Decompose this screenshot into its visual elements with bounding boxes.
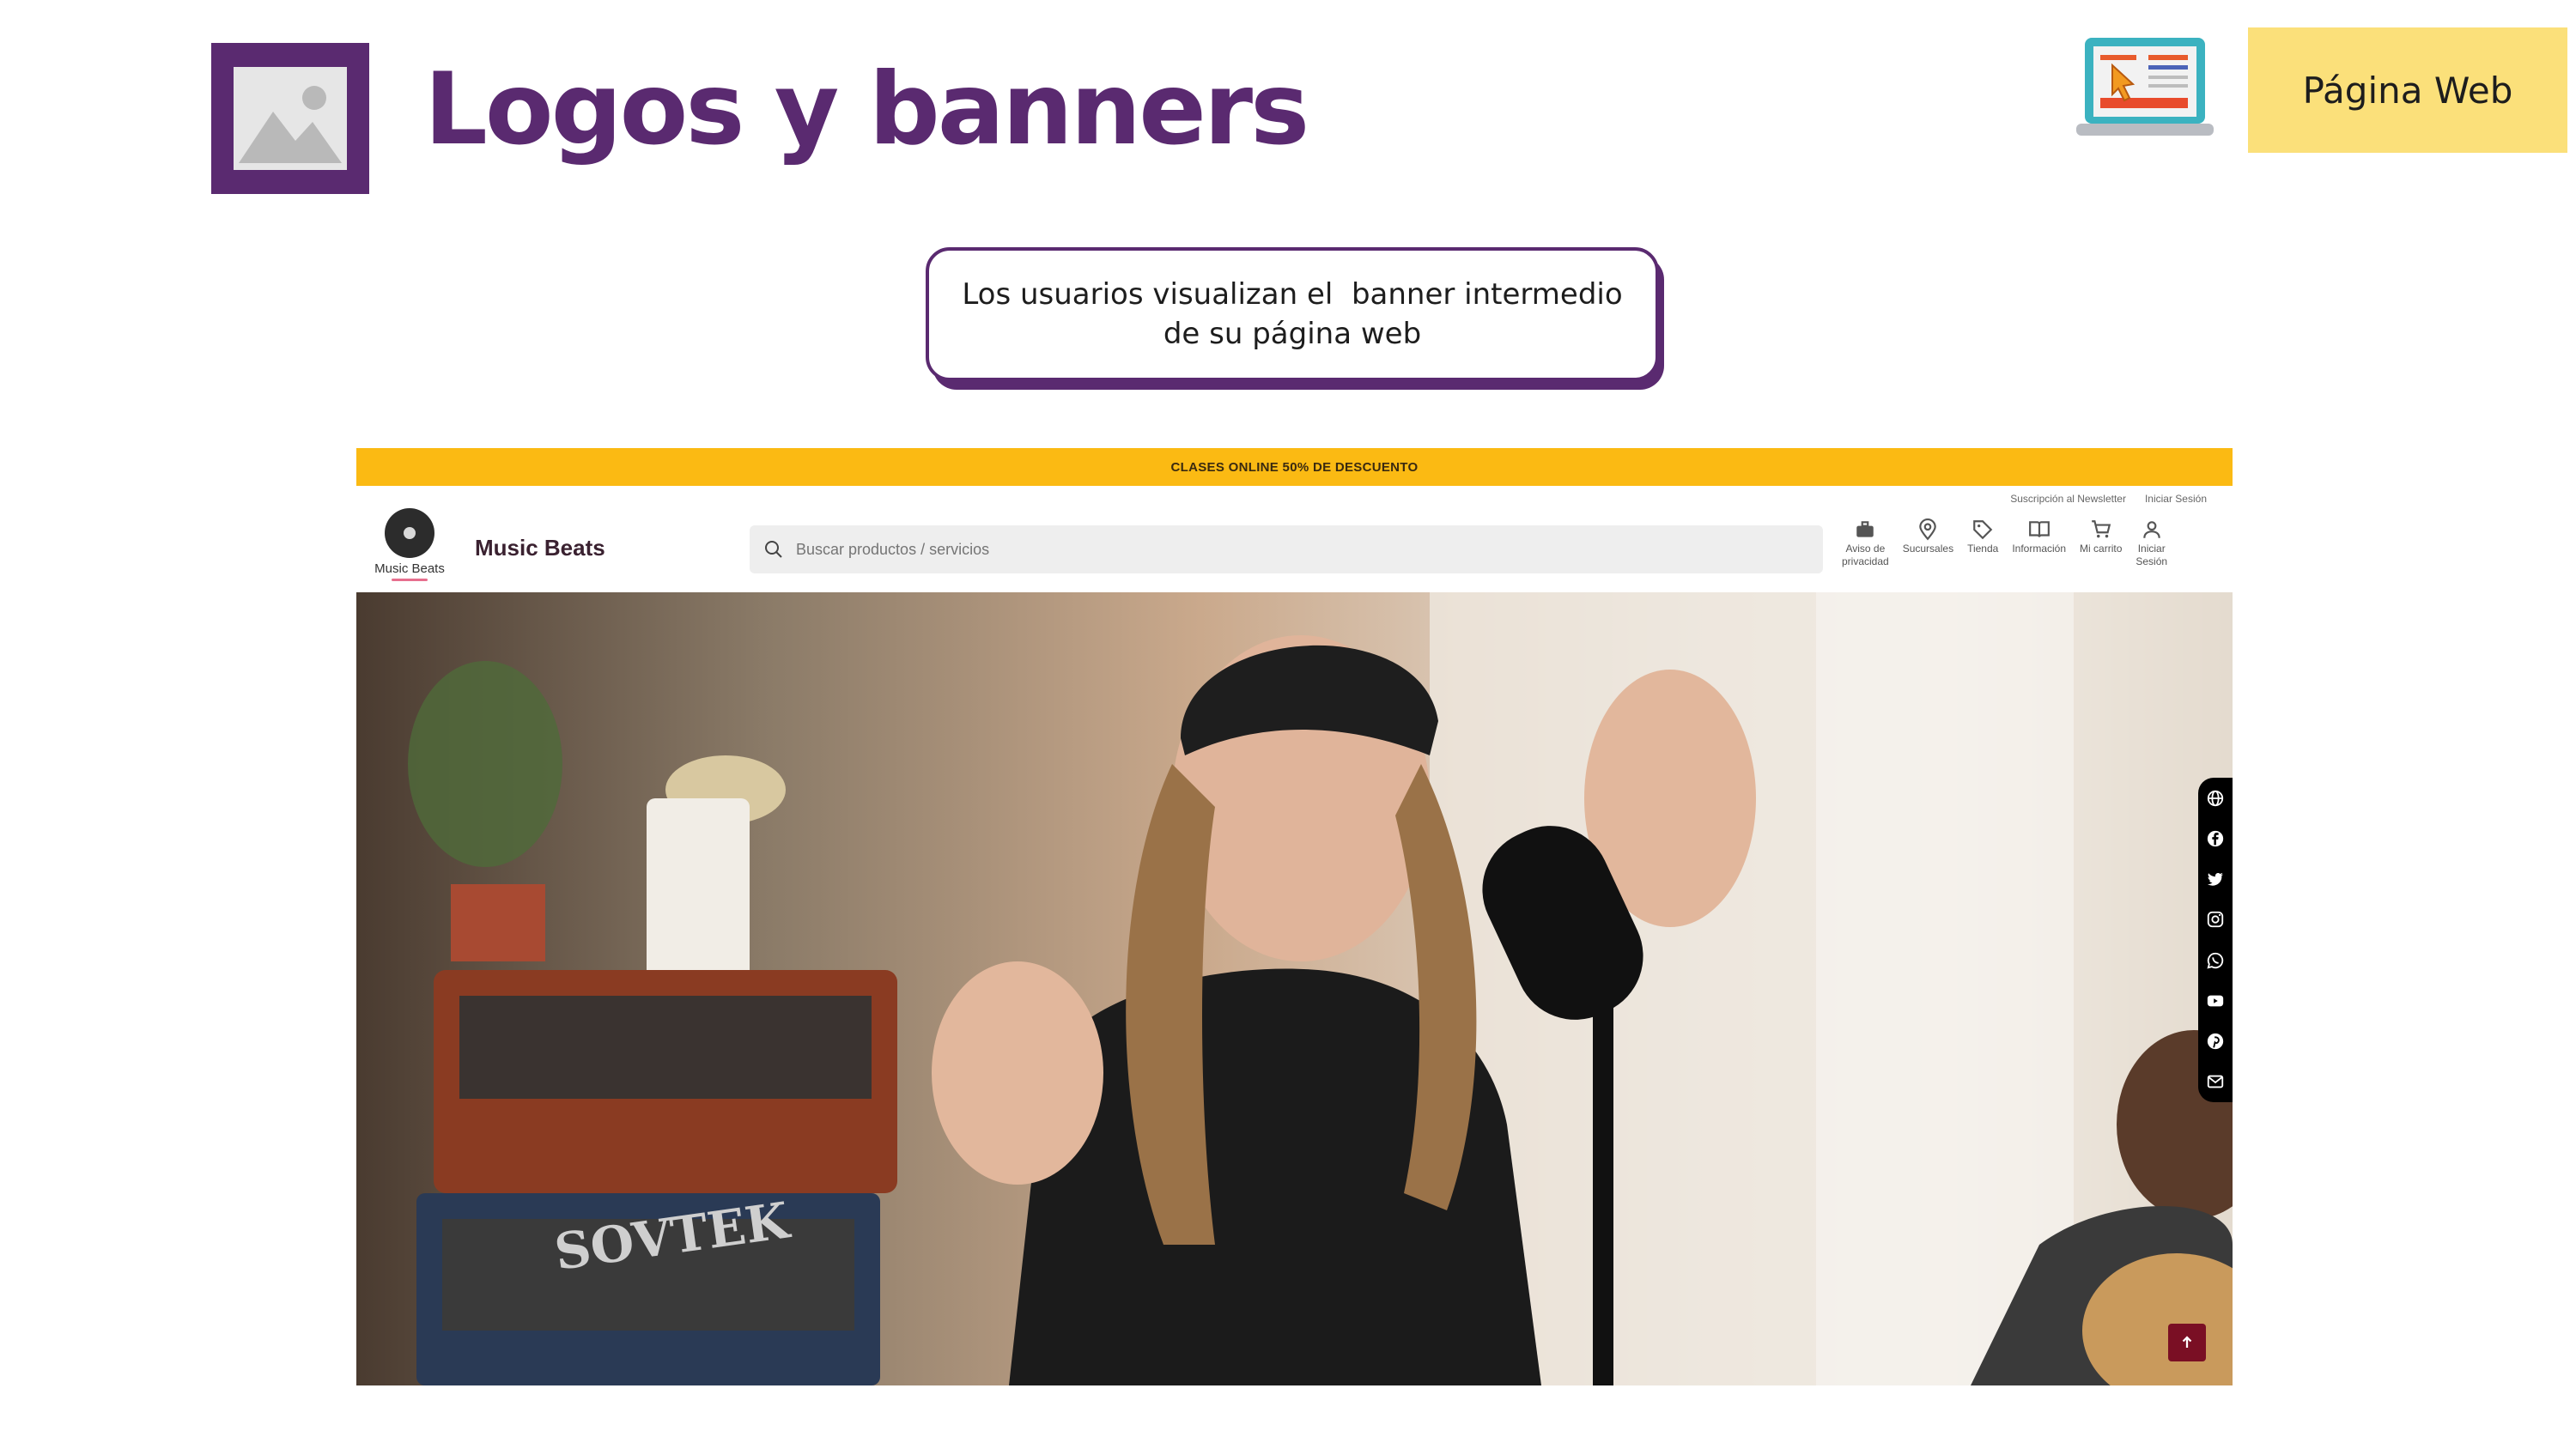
social-sidebar: [2198, 778, 2233, 1102]
email-icon[interactable]: [2206, 1072, 2225, 1091]
cart-icon: [2091, 520, 2111, 538]
login-link[interactable]: Iniciar Sesión: [2145, 493, 2207, 505]
nav-branches[interactable]: Sucursales: [1896, 518, 1960, 568]
website-screenshot: CLASES ONLINE 50% DE DESCUENTO Suscripci…: [356, 448, 2233, 1385]
whatsapp-icon[interactable]: [2206, 951, 2225, 970]
briefcase-icon: [1856, 521, 1874, 537]
site-logo[interactable]: Music Beats: [374, 508, 445, 581]
instagram-icon[interactable]: [2206, 910, 2225, 929]
twitter-icon[interactable]: [2206, 870, 2225, 888]
search-input[interactable]: [794, 539, 1742, 560]
arrow-up-icon: [2182, 1336, 2192, 1348]
image-placeholder-icon: [211, 43, 369, 194]
youtube-icon[interactable]: [2206, 991, 2225, 1010]
newsletter-link[interactable]: Suscripción al Newsletter: [2010, 493, 2126, 505]
nav-label: Iniciar Sesión: [2136, 543, 2168, 567]
nav-label: Tienda: [1967, 543, 1999, 555]
slide-title: Logos y banners: [424, 52, 1309, 167]
nav-label: Información: [2012, 543, 2067, 555]
facebook-icon[interactable]: [2206, 829, 2225, 848]
scroll-to-top-button[interactable]: [2168, 1324, 2206, 1361]
nav-cart[interactable]: Mi carrito: [2073, 518, 2129, 568]
brand-name[interactable]: Music Beats: [475, 535, 605, 561]
nav-label: Aviso de privacidad: [1842, 543, 1889, 567]
section-tag-label: Página Web: [2302, 69, 2513, 112]
laptop-cursor-icon: [2076, 34, 2214, 146]
nav-label: Sucursales: [1902, 543, 1954, 555]
callout-line-1: Los usuarios visualizan el banner interm…: [962, 277, 1623, 312]
vinyl-record-icon: [385, 508, 434, 558]
callout-line-2: de su página web: [1163, 317, 1422, 351]
globe-icon[interactable]: [2206, 789, 2225, 808]
nav-store[interactable]: Tienda: [1960, 518, 2005, 568]
map-pin-icon: [1919, 518, 1937, 541]
tag-icon: [1973, 520, 1993, 540]
search-bar[interactable]: [750, 525, 1823, 573]
user-icon: [2142, 521, 2160, 538]
section-tag: Página Web: [2248, 27, 2567, 153]
logo-text: Music Beats: [374, 561, 445, 576]
nav-label: Mi carrito: [2080, 543, 2123, 555]
book-icon: [2028, 521, 2050, 537]
top-links: Suscripción al Newsletter Iniciar Sesión: [2010, 493, 2207, 505]
search-icon: [765, 541, 782, 558]
nav-login[interactable]: Iniciar Sesión: [2129, 518, 2174, 568]
header-nav: Aviso de privacidad Sucursales Tienda In…: [1835, 518, 2174, 568]
hero-photo: SOVTEK: [408, 592, 2233, 1385]
pinterest-icon[interactable]: [2206, 1032, 2225, 1051]
callout-box: Los usuarios visualizan el banner interm…: [926, 247, 1659, 381]
promo-banner[interactable]: CLASES ONLINE 50% DE DESCUENTO: [356, 448, 2233, 486]
hero-banner[interactable]: SOVTEK: [356, 592, 2233, 1385]
nav-privacy[interactable]: Aviso de privacidad: [1835, 518, 1896, 568]
nav-info[interactable]: Información: [2005, 518, 2073, 568]
logo-underline: [392, 579, 428, 581]
